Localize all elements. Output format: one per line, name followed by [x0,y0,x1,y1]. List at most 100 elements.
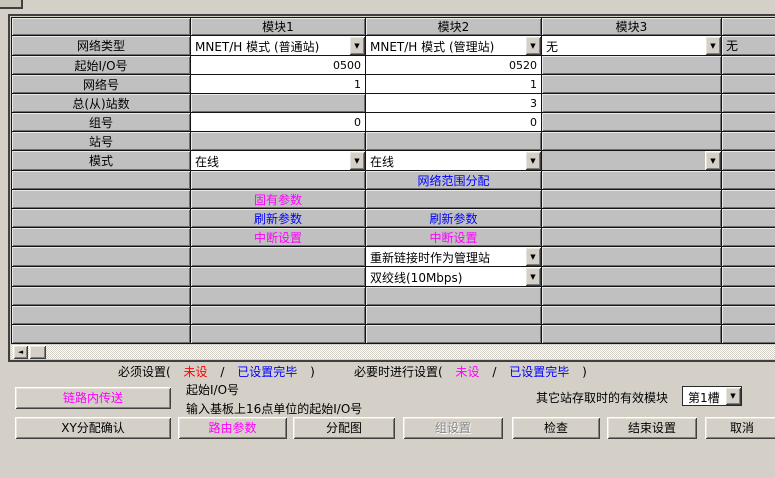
background-window-fragment [0,0,23,9]
interrupt-cell-m4 [722,228,775,247]
start-io-hint-title: 起始I/O号 [186,381,239,398]
assignment-map-button[interactable]: 分配图 [293,417,395,439]
network-no-input-m1[interactable]: 1 [191,75,366,94]
row-start-io: 起始I/O号 0500 0520 [12,56,775,75]
dropdown-arrow-icon[interactable]: ▼ [525,36,541,55]
inherent-cell-head [12,190,191,209]
total-stations-cell-m1 [191,94,366,113]
refresh-params-button-m2[interactable]: 刷新参数 [366,209,542,228]
refresh-params-button-m1[interactable]: 刷新参数 [191,209,366,228]
start-io-cell-m4 [722,56,775,75]
station-no-cell-m3 [542,132,722,151]
row-empty-2 [12,306,775,325]
scroll-left-icon: ◄ [18,348,23,356]
station-no-cell-m2 [366,132,542,151]
inherent-cell-m2 [366,190,542,209]
inherent-cell-m4 [722,190,775,209]
dropdown-arrow-icon[interactable]: ▼ [349,36,365,55]
dropdown-arrow-icon[interactable]: ▼ [525,151,541,170]
row-group-no: 组号 0 0 [12,113,775,132]
total-stations-input-m2[interactable]: 3 [366,94,542,113]
network-type-select-m1[interactable]: MNET/H 模式 (普通站) ▼ [191,36,365,55]
network-type-value-m3: 无 [542,36,705,55]
legend-slash: / [220,365,224,379]
empty-cell [542,306,722,325]
start-io-hint-desc: 输入基板上16点单位的起始I/O号 [186,400,362,417]
row-label-station-no: 站号 [12,132,191,151]
total-stations-cell-m4 [722,94,775,113]
row-relink-option: 重新链接时作为管理站 ▼ [12,247,775,267]
required-legend: 必须设置( 未设 / 已设置完毕 ) [118,363,315,380]
mode-select-m1[interactable]: 在线 ▼ [191,151,365,170]
interrupt-cell-head [12,228,191,247]
row-network-type: 网络类型 MNET/H 模式 (普通站) ▼ MNET/H 模式 (管理站) ▼… [12,36,775,56]
mode-value-m1: 在线 [191,151,349,170]
group-setting-button: 组设置 [403,417,503,439]
network-type-select-m2[interactable]: MNET/H 模式 (管理站) ▼ [366,36,541,55]
interrupt-settings-button-m2[interactable]: 中断设置 [366,228,542,247]
cable-select-m2[interactable]: 双绞线(10Mbps) ▼ [366,267,541,286]
relink-cell-m4 [722,247,775,267]
valid-module-select[interactable]: 第1槽 ▼ [682,386,742,406]
optional-legend-label: 必要时进行设置( [354,363,443,380]
finish-setting-button[interactable]: 结束设置 [607,417,697,439]
network-range-cell-m4 [722,171,775,190]
row-label-network-type: 网络类型 [12,36,191,56]
empty-cell [366,306,542,325]
row-interrupt-settings: 中断设置 中断设置 [12,228,775,247]
group-no-input-m2[interactable]: 0 [366,113,542,132]
cancel-button[interactable]: 取消 [705,417,775,439]
cable-cell-m4 [722,267,775,287]
dropdown-arrow-icon[interactable]: ▼ [705,36,721,55]
row-label-network-no: 网络号 [12,75,191,94]
group-no-input-m1[interactable]: 0 [191,113,366,132]
interrupt-settings-button-m1[interactable]: 中断设置 [191,228,366,247]
dropdown-arrow-icon[interactable]: ▼ [349,151,365,170]
row-empty-1 [12,287,775,306]
horizontal-scrollbar[interactable]: ◄ [11,345,775,359]
header-corner-cell [12,18,191,36]
network-range-button-m2[interactable]: 网络范围分配 [366,171,542,190]
refresh-cell-m3 [542,209,722,228]
link-transfer-button[interactable]: 链路内传送 [15,387,171,409]
mode-value-m3 [542,151,705,170]
header-module3: 模块3 [542,18,722,36]
row-network-no: 网络号 1 1 [12,75,775,94]
cable-value-m2: 双绞线(10Mbps) [366,267,525,286]
dropdown-arrow-icon[interactable]: ▼ [725,387,741,405]
network-no-input-m2[interactable]: 1 [366,75,542,94]
interrupt-cell-m3 [542,228,722,247]
optional-done-text: 已设置完毕 [509,363,569,380]
network-no-cell-m4 [722,75,775,94]
xy-confirm-button[interactable]: XY分配确认 [15,417,171,439]
dropdown-arrow-icon: ▼ [705,151,721,170]
group-no-cell-m3 [542,113,722,132]
empty-cell [191,325,366,344]
network-type-select-m3[interactable]: 无 ▼ [542,36,721,55]
dropdown-arrow-icon[interactable]: ▼ [525,247,541,266]
optional-legend: 必要时进行设置( 未设 / 已设置完毕 ) [354,363,587,380]
cable-cell-m1 [191,267,366,287]
row-label-total-stations: 总(从)站数 [12,94,191,113]
scroll-left-button[interactable]: ◄ [13,345,28,359]
start-io-input-m1[interactable]: 0500 [191,56,366,75]
relink-cell-m1 [191,247,366,267]
relink-select-m2[interactable]: 重新链接时作为管理站 ▼ [366,247,541,266]
module-parameter-panel: 模块1 模块2 模块3 网络类型 MNET/H 模式 (普通站) ▼ MNET/… [8,14,775,362]
header-module1: 模块1 [191,18,366,36]
start-io-input-m2[interactable]: 0520 [366,56,542,75]
row-refresh-params: 刷新参数 刷新参数 [12,209,775,228]
inherent-cell-m3 [542,190,722,209]
dropdown-arrow-icon[interactable]: ▼ [525,267,541,286]
empty-cell [12,287,191,306]
row-label-start-io: 起始I/O号 [12,56,191,75]
scrollbar-thumb[interactable] [29,345,46,359]
required-legend-label: 必须设置( [118,363,171,380]
inherent-params-button-m1[interactable]: 固有参数 [191,190,366,209]
mode-select-m2[interactable]: 在线 ▼ [366,151,541,170]
routing-params-button[interactable]: 路由参数 [178,417,287,439]
check-button[interactable]: 检查 [512,417,600,439]
row-inherent-params: 固有参数 [12,190,775,209]
group-no-cell-m4 [722,113,775,132]
row-label-group-no: 组号 [12,113,191,132]
